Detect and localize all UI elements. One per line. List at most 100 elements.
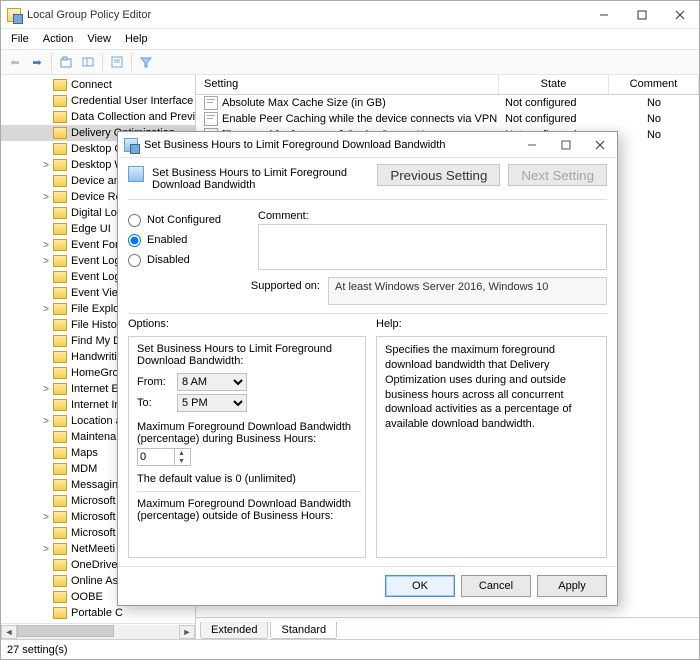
folder-icon bbox=[53, 207, 67, 219]
minimize-button[interactable] bbox=[585, 1, 623, 29]
tree-item-label: Maps bbox=[71, 447, 98, 459]
radio-enabled[interactable]: Enabled bbox=[128, 230, 248, 250]
from-select[interactable]: 8 AM bbox=[177, 373, 247, 391]
dialog-titlebar: Set Business Hours to Limit Foreground D… bbox=[118, 132, 617, 158]
list-row[interactable]: Absolute Max Cache Size (in GB)Not confi… bbox=[196, 95, 699, 111]
spin-up-icon[interactable]: ▲ bbox=[174, 449, 188, 457]
titlebar: Local Group Policy Editor bbox=[1, 1, 699, 29]
status-bar: 27 setting(s) bbox=[1, 639, 699, 659]
tree-item[interactable]: Data Collection and Preview bbox=[1, 109, 195, 125]
folder-icon bbox=[53, 191, 67, 203]
tree-item-label: Microsoft bbox=[71, 511, 116, 523]
expand-icon[interactable]: > bbox=[41, 240, 51, 251]
tree-item-label: Microsoft bbox=[71, 495, 116, 507]
setting-icon bbox=[204, 112, 218, 126]
expand-icon[interactable]: > bbox=[41, 384, 51, 395]
options-panel[interactable]: Set Business Hours to Limit Foreground D… bbox=[128, 336, 366, 558]
menu-file[interactable]: File bbox=[5, 31, 35, 47]
tree-scroll-right[interactable]: ► bbox=[179, 625, 195, 639]
tree-scroll-left[interactable]: ◄ bbox=[1, 625, 17, 639]
tree-item-label: Connect bbox=[71, 79, 112, 91]
policy-dialog: Set Business Hours to Limit Foreground D… bbox=[117, 131, 618, 606]
col-state[interactable]: State bbox=[499, 75, 609, 94]
folder-icon bbox=[53, 303, 67, 315]
ok-button[interactable]: OK bbox=[385, 575, 455, 597]
expand-icon[interactable]: > bbox=[41, 416, 51, 427]
tree-item-label: Digital Lo bbox=[71, 207, 117, 219]
apply-button[interactable]: Apply bbox=[537, 575, 607, 597]
tree-item-label: Location a bbox=[71, 415, 122, 427]
properties-icon[interactable] bbox=[107, 52, 127, 72]
tree-item-label: Maintena bbox=[71, 431, 116, 443]
tab-standard[interactable]: Standard bbox=[270, 622, 337, 639]
folder-icon bbox=[53, 463, 67, 475]
comment-label: Comment: bbox=[258, 206, 309, 224]
setting-comment: No bbox=[609, 113, 699, 125]
maximize-button[interactable] bbox=[623, 1, 661, 29]
expand-icon[interactable]: > bbox=[41, 304, 51, 315]
folder-icon bbox=[53, 543, 67, 555]
filter-icon[interactable] bbox=[136, 52, 156, 72]
tree-item[interactable]: Portable C bbox=[1, 605, 195, 621]
status-text: 27 setting(s) bbox=[7, 644, 68, 656]
tree-item-label: Device Re bbox=[71, 191, 122, 203]
tree-item-label: Portable C bbox=[71, 607, 123, 619]
tree-item-label: MDM bbox=[71, 463, 97, 475]
to-select[interactable]: 5 PM bbox=[177, 394, 247, 412]
radio-disabled[interactable]: Disabled bbox=[128, 250, 248, 270]
menu-action[interactable]: Action bbox=[37, 31, 80, 47]
expand-icon[interactable]: > bbox=[41, 256, 51, 267]
previous-setting-button[interactable]: Previous Setting bbox=[377, 164, 500, 186]
tree-item-label: Online As bbox=[71, 575, 118, 587]
max-bh-input[interactable]: ▲▼ bbox=[137, 448, 191, 466]
tree-item[interactable]: Connect bbox=[1, 77, 195, 93]
expand-icon[interactable]: > bbox=[41, 192, 51, 203]
close-button[interactable] bbox=[661, 1, 699, 29]
comment-input[interactable] bbox=[258, 224, 607, 270]
cancel-button[interactable]: Cancel bbox=[461, 575, 531, 597]
tree-item-label: NetMeeti bbox=[71, 543, 115, 555]
dialog-close-button[interactable] bbox=[583, 132, 617, 158]
back-icon[interactable]: ⬅ bbox=[5, 52, 25, 72]
tree-item-label: Internet In bbox=[71, 399, 121, 411]
help-panel[interactable]: Specifies the maximum foreground downloa… bbox=[376, 336, 607, 558]
tab-extended[interactable]: Extended bbox=[200, 622, 268, 639]
radio-not-configured[interactable]: Not Configured bbox=[128, 210, 248, 230]
col-setting[interactable]: Setting bbox=[196, 75, 499, 94]
folder-icon bbox=[53, 351, 67, 363]
show-hide-icon[interactable] bbox=[78, 52, 98, 72]
folder-icon bbox=[53, 383, 67, 395]
folder-icon bbox=[53, 223, 67, 235]
max-bh-label: Maximum Foreground Download Bandwidth (p… bbox=[137, 421, 361, 445]
expand-icon[interactable]: > bbox=[41, 160, 51, 171]
policy-icon bbox=[128, 166, 144, 182]
spin-down-icon[interactable]: ▼ bbox=[174, 457, 188, 465]
tree-item-label: Edge UI bbox=[71, 223, 111, 235]
tree-item-label: Internet E bbox=[71, 383, 119, 395]
folder-icon bbox=[53, 111, 67, 123]
folder-icon bbox=[53, 175, 67, 187]
menu-help[interactable]: Help bbox=[119, 31, 154, 47]
dialog-maximize-button[interactable] bbox=[549, 132, 583, 158]
setting-name: Enable Peer Caching while the device con… bbox=[222, 113, 499, 125]
next-setting-button[interactable]: Next Setting bbox=[508, 164, 607, 186]
folder-icon bbox=[53, 95, 67, 107]
setting-state: Not configured bbox=[499, 113, 609, 125]
list-header: Setting State Comment bbox=[196, 75, 699, 95]
col-comment[interactable]: Comment bbox=[609, 75, 699, 94]
tree-scroll-track[interactable] bbox=[17, 625, 179, 639]
expand-icon[interactable]: > bbox=[41, 544, 51, 555]
up-icon[interactable] bbox=[56, 52, 76, 72]
tree-item-label: Event Log bbox=[71, 255, 121, 267]
menu-view[interactable]: View bbox=[81, 31, 117, 47]
setting-comment: No bbox=[609, 97, 699, 109]
list-row[interactable]: Enable Peer Caching while the device con… bbox=[196, 111, 699, 127]
folder-icon bbox=[53, 159, 67, 171]
dialog-minimize-button[interactable] bbox=[515, 132, 549, 158]
folder-icon bbox=[53, 607, 67, 619]
folder-icon bbox=[53, 559, 67, 571]
expand-icon[interactable]: > bbox=[41, 512, 51, 523]
tree-item-label: Handwriti bbox=[71, 351, 117, 363]
forward-icon[interactable]: ➡ bbox=[27, 52, 47, 72]
tree-item[interactable]: Credential User Interface bbox=[1, 93, 195, 109]
